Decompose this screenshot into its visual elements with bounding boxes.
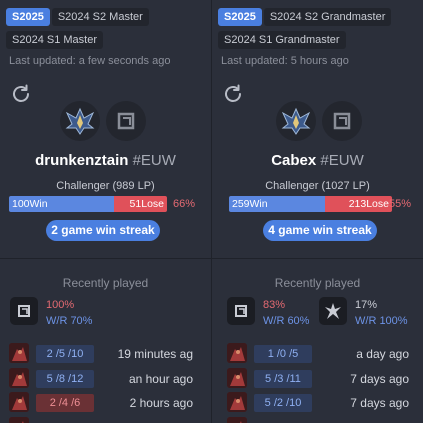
champion-play-percent: 83%: [263, 299, 286, 311]
section-divider: [0, 258, 423, 259]
champion-portrait-icon: [227, 368, 247, 388]
losses-label: 213Lose: [325, 196, 392, 212]
champion-icon[interactable]: [227, 297, 255, 325]
match-row[interactable]: 1 /0 /5 a day ago: [212, 343, 423, 365]
refresh-icon[interactable]: [221, 82, 245, 106]
kda-badge: 1 /0 /5: [254, 345, 312, 363]
champion-portrait-icon: [9, 417, 29, 423]
match-time: 2 hours ago: [129, 396, 193, 410]
challenger-emblem-icon: [276, 101, 316, 141]
winrate-percent: 55%: [389, 198, 412, 210]
season-tags: S2025 S2024 S2 Grandmaster S2024 S1 Grandm…: [218, 7, 423, 53]
champion-portrait-icon: [9, 343, 29, 363]
champion-portrait-icon: [9, 368, 29, 388]
champion-play-percent: 17%: [355, 299, 378, 311]
win-loss-bar: 259Win 213Lose: [229, 196, 392, 212]
unranked-emblem-icon: [322, 101, 362, 141]
kda-badge: 5 /3 /11: [254, 370, 312, 388]
champion-portrait-icon: [227, 417, 247, 423]
kda-badge: 5 /2 /10: [254, 394, 312, 412]
wins-label: 259Win: [229, 196, 325, 212]
last-updated: Last updated: 5 hours ago: [221, 55, 349, 67]
recently-played-title: Recently played: [274, 276, 361, 290]
kda-badge: 2 /5 /10: [36, 345, 94, 363]
season-tag-current[interactable]: S2025: [6, 8, 50, 26]
recently-played-title: Recently played: [62, 276, 149, 290]
rank-label: Challenger (1027 LP): [265, 180, 370, 192]
win-loss-bar: 100Win 51Lose: [9, 196, 167, 212]
season-tag[interactable]: S2024 S2 Master: [51, 8, 149, 26]
champion-portrait-icon: [9, 392, 29, 412]
champion-portrait-icon: [227, 343, 247, 363]
match-time: 19 minutes ag: [117, 347, 193, 361]
match-row[interactable]: 2 /4 /6 2 hours ago: [0, 392, 211, 414]
champion-winrate: W/R 70%: [46, 315, 93, 327]
champion-icon[interactable]: [10, 297, 38, 325]
season-tag[interactable]: S2024 S1 Master: [6, 31, 103, 49]
season-tag[interactable]: S2024 S1 Grandmaster: [218, 31, 346, 49]
match-row[interactable]: 5 /3 /11 7 days ago: [212, 368, 423, 390]
match-row[interactable]: 5 /2 /10 7 days ago: [212, 392, 423, 414]
panel-divider: [211, 0, 212, 423]
match-time: a day ago: [356, 347, 409, 361]
last-updated: Last updated: a few seconds ago: [9, 55, 171, 67]
summoner-name: Cabex #EUW: [271, 152, 364, 169]
player-card-left: S2025 S2024 S2 Master S2024 S1 Master Last…: [0, 0, 211, 423]
losses-label: 51Lose: [114, 196, 167, 212]
champion-play-percent: 100%: [46, 299, 75, 311]
season-tag-current[interactable]: S2025: [218, 8, 262, 26]
unranked-emblem-icon: [106, 101, 146, 141]
match-time: an hour ago: [128, 372, 193, 386]
player-card-right: S2025 S2024 S2 Grandmaster S2024 S1 Grandm…: [212, 0, 423, 423]
season-tags: S2025 S2024 S2 Master S2024 S1 Master: [6, 7, 206, 53]
match-row[interactable]: 2 /5 /10 19 minutes ag: [0, 343, 211, 365]
kda-badge: 2 /4 /6: [36, 394, 94, 412]
match-row[interactable]: [0, 417, 211, 423]
match-time: 7 days ago: [350, 396, 409, 410]
wins-label: 100Win: [9, 196, 114, 212]
win-streak-badge: 4 game win streak: [263, 220, 377, 241]
match-time: 7 days ago: [350, 372, 409, 386]
match-row[interactable]: [212, 417, 423, 423]
refresh-icon[interactable]: [9, 82, 33, 106]
challenger-emblem-icon: [60, 101, 100, 141]
kda-badge: 5 /8 /12: [36, 370, 94, 388]
champion-icon[interactable]: [319, 297, 347, 325]
champion-winrate: W/R 60%: [263, 315, 310, 327]
season-tag[interactable]: S2024 S2 Grandmaster: [263, 8, 392, 26]
win-streak-badge: 2 game win streak: [46, 220, 160, 241]
rank-label: Challenger (989 LP): [56, 180, 155, 192]
summoner-name: drunkenztain #EUW: [35, 152, 176, 169]
champion-portrait-icon: [227, 392, 247, 412]
champion-winrate: W/R 100%: [355, 315, 408, 327]
match-row[interactable]: 5 /8 /12 an hour ago: [0, 368, 211, 390]
winrate-percent: 66%: [173, 198, 196, 210]
